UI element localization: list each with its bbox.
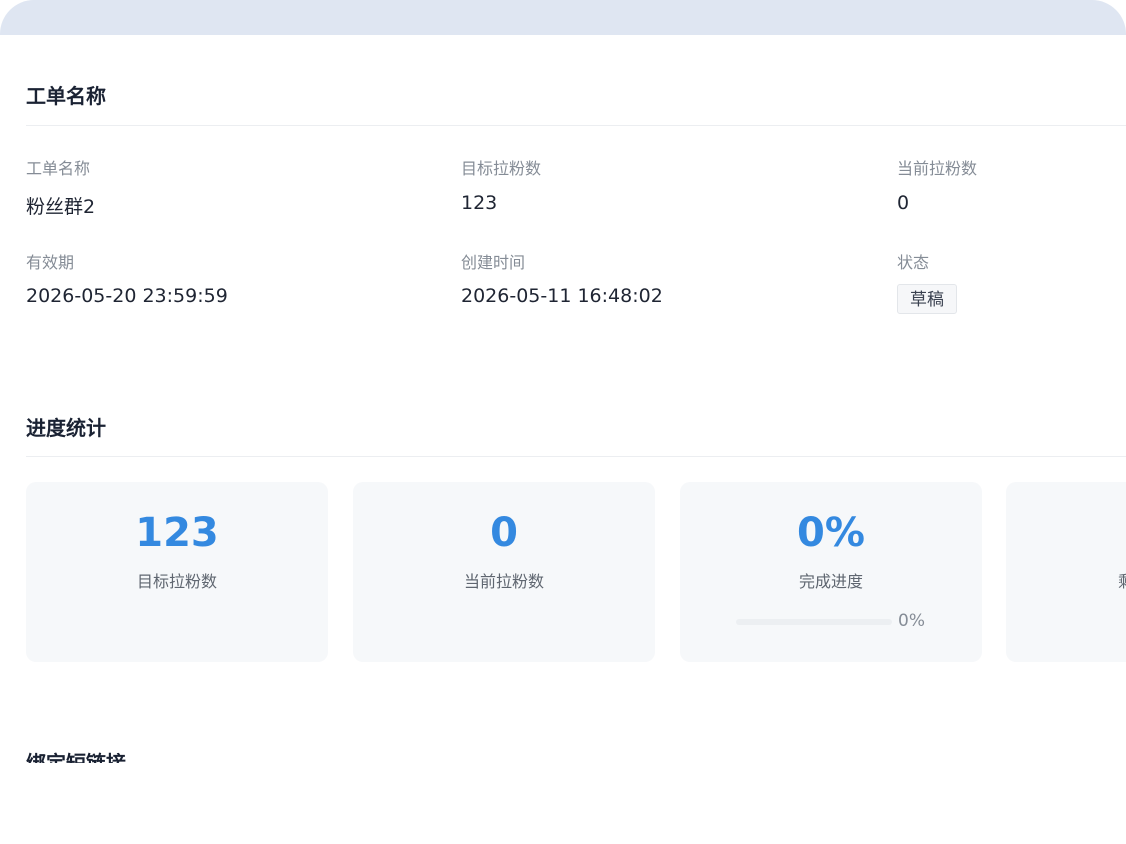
name-label: 工单名称 xyxy=(26,159,91,178)
remaining-stat-label: 剩 xyxy=(1118,568,1126,592)
target-fans-value: 123 xyxy=(461,192,498,214)
current-fans-label: 当前拉粉数 xyxy=(897,159,978,178)
target-fans-card: 123 目标拉粉数 xyxy=(26,482,328,662)
current-fans-card: 0 当前拉粉数 xyxy=(353,482,655,662)
basic-info-section-title: 工单名称 xyxy=(26,84,106,108)
name-value: 粉丝群2 xyxy=(26,196,96,218)
completion-progress-bar xyxy=(736,619,892,625)
window-top-band xyxy=(0,0,1126,35)
created-time-label: 创建时间 xyxy=(461,253,526,272)
validity-value: 2026-05-20 23:59:59 xyxy=(26,285,228,307)
target-fans-label: 目标拉粉数 xyxy=(461,159,542,178)
progress-divider xyxy=(26,456,1126,457)
current-fans-stat-label: 当前拉粉数 xyxy=(463,572,544,591)
status-badge: 草稿 xyxy=(897,284,957,314)
completion-stat-value: 0% xyxy=(797,510,865,556)
completion-progress-text: 0% xyxy=(898,611,925,631)
basic-info-divider xyxy=(26,125,1126,126)
completion-stat-label: 完成进度 xyxy=(798,572,863,591)
target-fans-stat-label: 目标拉粉数 xyxy=(136,572,217,591)
status-label: 状态 xyxy=(897,253,930,272)
validity-label: 有效期 xyxy=(26,253,75,272)
work-order-detail-panel: 工单名称 工单名称 粉丝群2 目标拉粉数 123 当前拉粉数 0 有效期 202… xyxy=(0,35,1126,844)
progress-section-title: 进度统计 xyxy=(26,416,106,440)
completion-progress-card: 0% 完成进度 0% xyxy=(680,482,982,662)
target-fans-stat-value: 123 xyxy=(135,510,219,556)
current-fans-stat-value: 0 xyxy=(490,510,518,556)
short-link-section-title: 绑定短链接 xyxy=(26,751,126,763)
remaining-card: 剩 xyxy=(1006,482,1126,662)
current-fans-value: 0 xyxy=(897,192,910,214)
created-time-value: 2026-05-11 16:48:02 xyxy=(461,285,663,307)
